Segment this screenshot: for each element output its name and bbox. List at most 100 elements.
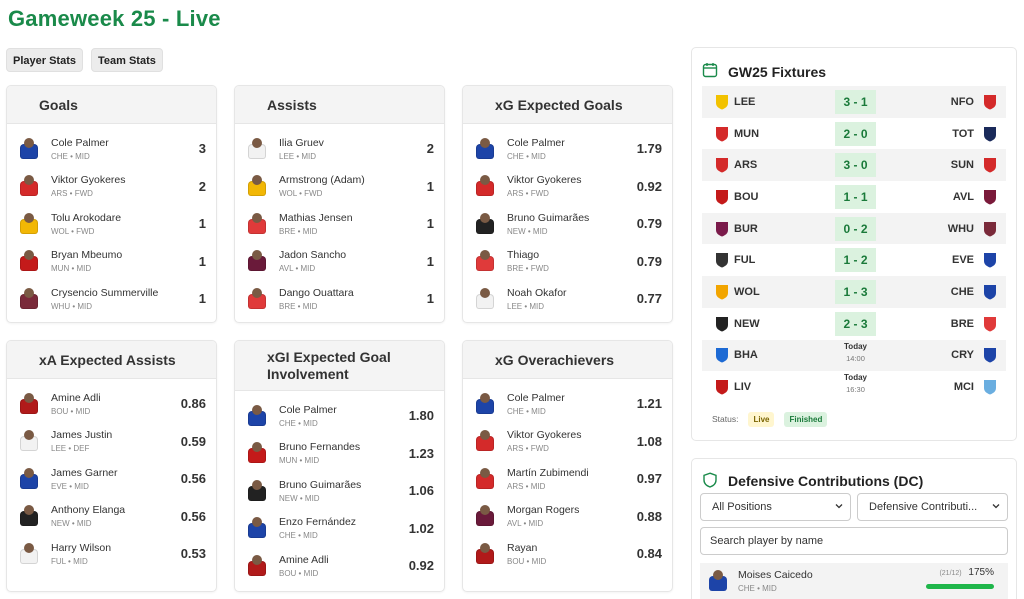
player-name: Bruno Guimarães (507, 211, 590, 224)
player-avatar (247, 250, 267, 272)
home-team: NEW (734, 317, 760, 330)
tab-player-stats[interactable]: Player Stats (6, 48, 83, 72)
player-row[interactable]: James Garner EVE • MID 0.56 (7, 460, 216, 498)
player-row[interactable]: Cole Palmer CHE • MID 1.79 (463, 130, 672, 168)
player-row[interactable]: Jadon Sancho AVL • MID 1 (235, 243, 444, 281)
player-row[interactable]: Harry Wilson FUL • MID 0.53 (7, 535, 216, 573)
player-name: James Justin (51, 429, 113, 442)
player-stat-value: 0.79 (636, 216, 662, 232)
player-row[interactable]: Amine Adli BOU • MID 0.86 (7, 385, 216, 423)
player-meta: CHE • MID (507, 151, 546, 161)
player-meta: NEW • MID (279, 493, 320, 503)
fixture-row[interactable]: FUL 1 - 2 EVE (702, 244, 1006, 276)
player-stat-value: 0.77 (636, 291, 662, 307)
player-avatar (19, 392, 39, 415)
player-avatar (475, 287, 495, 310)
player-row[interactable]: Bruno Guimarães NEW • MID 0.79 (463, 205, 672, 243)
dc-player-row[interactable]: Moises Caicedo CHE • MID (21/12) 175% (700, 563, 1008, 599)
metric-select-value: Defensive Contributi... (869, 501, 978, 513)
player-name: Cole Palmer (507, 136, 565, 149)
player-avatar (19, 212, 39, 235)
fixture-row[interactable]: ARS 3 - 0 SUN (702, 149, 1006, 182)
player-row[interactable]: Bruno Fernandes MUN • MID 1.23 (235, 435, 444, 473)
fixture-row[interactable]: BOU 1 - 1 AVL (702, 181, 1006, 213)
card-title: xG Overachievers (463, 341, 672, 379)
stat-card: xA Expected Assists Amine Adli BOU • MID 0.… (6, 340, 217, 592)
fixture-row[interactable]: BUR 0 - 2 WHU (702, 212, 1006, 245)
player-name: Crysencio Summerville (51, 286, 159, 299)
player-name: Tolu Arokodare (51, 211, 122, 224)
player-row[interactable]: Cole Palmer CHE • MID 1.80 (235, 397, 444, 435)
player-name: Cole Palmer (51, 136, 109, 149)
player-row[interactable]: Cole Palmer CHE • MID 1.21 (463, 385, 672, 423)
player-stat-value: 0.97 (636, 471, 662, 487)
fixture-row[interactable]: MUN 2 - 0 TOT (702, 118, 1006, 150)
player-row[interactable]: Ilia Gruev LEE • MID 2 (235, 130, 444, 168)
fixture-row[interactable]: BHA Today 14:00 CRY (702, 339, 1006, 372)
position-select[interactable]: All Positions (700, 493, 851, 521)
home-team: ARS (734, 159, 758, 172)
player-row[interactable]: Viktor Gyokeres ARS • FWD 2 (7, 168, 216, 206)
player-avatar (475, 212, 495, 235)
away-crest-icon (982, 221, 998, 237)
player-row[interactable]: James Justin LEE • DEF 0.59 (7, 423, 216, 461)
player-name: Ilia Gruev (279, 136, 324, 149)
player-meta: ARS • FWD (507, 444, 549, 454)
player-meta: AVL • MID (279, 264, 316, 274)
player-row[interactable]: Enzo Fernández CHE • MID 1.02 (235, 510, 444, 548)
player-name: Thiago (507, 249, 540, 262)
player-row[interactable]: Thiago BRE • FWD 0.79 (463, 243, 672, 281)
home-team: BUR (734, 222, 758, 235)
player-meta: ARS • FWD (51, 189, 93, 199)
metric-select[interactable]: Defensive Contributi... (857, 493, 1008, 521)
away-team: CHE (950, 285, 974, 298)
player-name: Martín Zubimendi (507, 466, 589, 479)
fixture-score: 0 - 2 (835, 216, 876, 241)
player-avatar (19, 287, 39, 310)
player-row[interactable]: Noah Okafor LEE • MID 0.77 (463, 280, 672, 318)
player-row[interactable]: Viktor Gyokeres ARS • FWD 1.08 (463, 423, 672, 461)
player-stat-value: 1 (198, 216, 206, 232)
home-crest-icon (714, 126, 730, 142)
away-crest-icon (982, 94, 998, 110)
player-row[interactable]: Armstrong (Adam) WOL • FWD 1 (235, 168, 444, 206)
player-stat-value: 0.59 (180, 433, 206, 449)
player-avatar (19, 430, 39, 452)
dc-progress-bar (926, 584, 994, 589)
player-row[interactable]: Tolu Arokodare WOL • FWD 1 (7, 205, 216, 243)
player-row[interactable]: Morgan Rogers AVL • MID 0.88 (463, 498, 672, 536)
player-row[interactable]: Amine Adli BOU • MID 0.92 (235, 547, 444, 585)
status-legend: Status: Live Finished (692, 403, 1016, 427)
player-search-input[interactable] (700, 527, 1008, 555)
status-badge-finished: Finished (784, 411, 828, 427)
fixtures-panel: GW25 Fixtures LEE 3 - 1 NFO MUN 2 - 0 TOT ARS 3… (691, 47, 1017, 441)
fixture-row[interactable]: NEW 2 - 3 BRE (702, 308, 1006, 340)
player-stat-value: 1.02 (408, 520, 434, 536)
player-name: Morgan Rogers (507, 504, 580, 517)
tab-team-stats[interactable]: Team Stats (90, 48, 163, 72)
status-badge-live: Live (748, 411, 775, 427)
player-stat-value: 0.88 (636, 508, 662, 524)
player-row[interactable]: Crysencio Summerville WHU • MID 1 (7, 280, 216, 318)
player-stat-value: 2 (198, 178, 206, 194)
player-row[interactable]: Cole Palmer CHE • MID 3 (7, 130, 216, 168)
player-row[interactable]: Bryan Mbeumo MUN • MID 1 (7, 243, 216, 281)
fixture-row[interactable]: LEE 3 - 1 NFO (702, 86, 1006, 118)
player-row[interactable]: Dango Ouattara BRE • MID 1 (235, 280, 444, 318)
player-row[interactable]: Martín Zubimendi ARS • MID 0.97 (463, 460, 672, 498)
card-title: xA Expected Assists (7, 341, 216, 379)
player-row[interactable]: Viktor Gyokeres ARS • FWD 0.92 (463, 168, 672, 206)
position-select-value: All Positions (712, 501, 772, 513)
player-avatar (475, 542, 495, 565)
fixture-row[interactable]: LIV Today 16:30 MCI (702, 371, 1006, 403)
player-meta: NEW • MID (507, 226, 548, 236)
card-title: Assists (235, 86, 444, 124)
player-row[interactable]: Anthony Elanga NEW • MID 0.56 (7, 498, 216, 536)
chevron-down-icon (834, 501, 844, 514)
player-row[interactable]: Mathias Jensen BRE • MID 1 (235, 205, 444, 243)
player-row[interactable]: Bruno Guimarães NEW • MID 1.06 (235, 472, 444, 510)
player-name: Bruno Fernandes (279, 441, 361, 454)
fixture-row[interactable]: WOL 1 - 3 CHE (702, 276, 1006, 308)
away-crest-icon (982, 284, 998, 300)
player-row[interactable]: Rayan BOU • MID 0.84 (463, 535, 672, 573)
